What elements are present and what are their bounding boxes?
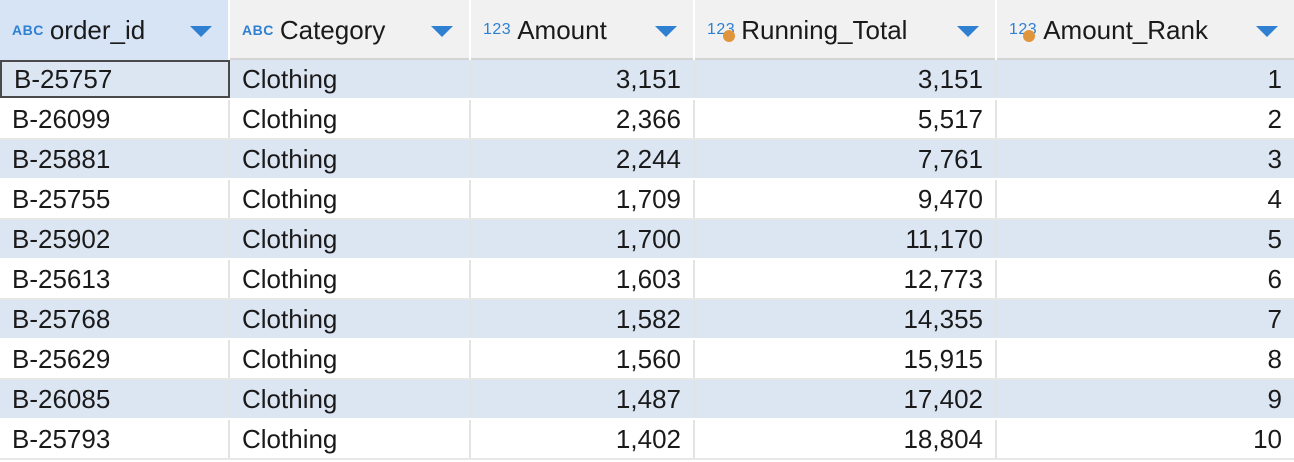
cell-category[interactable]: Clothing (230, 300, 471, 338)
cell-amount[interactable]: 1,700 (471, 220, 695, 258)
cell-running-total[interactable]: 11,170 (695, 220, 997, 258)
table-row[interactable]: B-25768 Clothing 1,582 14,355 7 (0, 300, 1294, 340)
cell-running-total[interactable]: 12,773 (695, 260, 997, 298)
cell-amount[interactable]: 1,603 (471, 260, 695, 298)
column-header-label: Amount_Rank (1043, 14, 1208, 45)
cell-amount[interactable]: 2,366 (471, 100, 695, 138)
sort-dropdown-icon[interactable] (655, 26, 677, 37)
cell-order-id[interactable]: B-25613 (0, 260, 230, 298)
cell-amount-rank[interactable]: 5 (997, 220, 1294, 258)
cell-category[interactable]: Clothing (230, 100, 471, 138)
cell-amount-rank[interactable]: 8 (997, 340, 1294, 378)
cell-running-total[interactable]: 17,402 (695, 380, 997, 418)
cell-running-total[interactable]: 15,915 (695, 340, 997, 378)
column-header-category[interactable]: ABC Category (230, 0, 471, 60)
sort-dropdown-icon[interactable] (431, 26, 453, 37)
cell-amount-rank[interactable]: 9 (997, 380, 1294, 418)
cell-amount-rank[interactable]: 6 (997, 260, 1294, 298)
result-grid: ABC order_id ABC Category 123 Amount 123… (0, 0, 1294, 462)
table-row[interactable]: B-25757 Clothing 3,151 3,151 1 (0, 60, 1294, 100)
cell-category[interactable]: Clothing (230, 420, 471, 458)
cell-category[interactable]: Clothing (230, 60, 471, 98)
cell-running-total[interactable]: 18,804 (695, 420, 997, 458)
cell-amount-rank[interactable]: 10 (997, 420, 1294, 458)
column-header-order-id[interactable]: ABC order_id (0, 0, 230, 60)
cell-amount-rank[interactable]: 4 (997, 180, 1294, 218)
table-row[interactable]: B-25629 Clothing 1,560 15,915 8 (0, 340, 1294, 380)
sort-dropdown-icon[interactable] (1256, 26, 1278, 37)
column-header-running-total[interactable]: 123 Running_Total (695, 0, 997, 60)
calculated-number-type-icon: 123 (707, 21, 735, 42)
text-type-icon: ABC (242, 22, 274, 38)
cell-amount-rank[interactable]: 7 (997, 300, 1294, 338)
column-header-label: Running_Total (741, 14, 908, 45)
calculated-number-type-icon: 123 (1009, 21, 1037, 42)
cell-amount[interactable]: 2,244 (471, 140, 695, 178)
cell-amount-rank[interactable]: 1 (997, 60, 1294, 98)
cell-order-id[interactable]: B-25768 (0, 300, 230, 338)
cell-running-total[interactable]: 5,517 (695, 100, 997, 138)
cell-amount[interactable]: 3,151 (471, 60, 695, 98)
column-header-amount[interactable]: 123 Amount (471, 0, 695, 60)
number-type-icon: 123 (483, 21, 512, 38)
column-header-label: Category (279, 14, 386, 45)
cell-amount-rank[interactable]: 2 (997, 100, 1294, 138)
calculated-column-dot-icon (723, 30, 735, 42)
cell-order-id[interactable]: B-25755 (0, 180, 230, 218)
cell-order-id[interactable]: B-25793 (0, 420, 230, 458)
grid-header: ABC order_id ABC Category 123 Amount 123… (0, 0, 1294, 60)
cell-category[interactable]: Clothing (230, 340, 471, 378)
cell-amount[interactable]: 1,709 (471, 180, 695, 218)
cell-category[interactable]: Clothing (230, 180, 471, 218)
sort-dropdown-icon[interactable] (957, 26, 979, 37)
cell-amount[interactable]: 1,402 (471, 420, 695, 458)
sort-dropdown-icon[interactable] (190, 26, 212, 37)
cell-category[interactable]: Clothing (230, 380, 471, 418)
table-row[interactable]: B-25881 Clothing 2,244 7,761 3 (0, 140, 1294, 180)
cell-amount[interactable]: 1,582 (471, 300, 695, 338)
table-row[interactable]: B-26099 Clothing 2,366 5,517 2 (0, 100, 1294, 140)
cell-category[interactable]: Clothing (230, 220, 471, 258)
column-header-label: order_id (49, 14, 146, 45)
cell-order-id[interactable]: B-25902 (0, 220, 230, 258)
cell-order-id[interactable]: B-26099 (0, 100, 230, 138)
cell-order-id[interactable]: B-25629 (0, 340, 230, 378)
table-row[interactable]: B-25793 Clothing 1,402 18,804 10 (0, 420, 1294, 460)
table-row[interactable]: B-26085 Clothing 1,487 17,402 9 (0, 380, 1294, 420)
table-row[interactable]: B-25902 Clothing 1,700 11,170 5 (0, 220, 1294, 260)
column-header-label: Amount (517, 14, 607, 45)
text-type-icon: ABC (12, 22, 44, 38)
cell-order-id[interactable]: B-25757 (0, 60, 230, 98)
cell-running-total[interactable]: 3,151 (695, 60, 997, 98)
table-row[interactable]: B-25755 Clothing 1,709 9,470 4 (0, 180, 1294, 220)
cell-order-id[interactable]: B-26085 (0, 380, 230, 418)
table-row[interactable]: B-25613 Clothing 1,603 12,773 6 (0, 260, 1294, 300)
cell-running-total[interactable]: 7,761 (695, 140, 997, 178)
cell-amount-rank[interactable]: 3 (997, 140, 1294, 178)
cell-category[interactable]: Clothing (230, 260, 471, 298)
cell-running-total[interactable]: 9,470 (695, 180, 997, 218)
cell-order-id[interactable]: B-25881 (0, 140, 230, 178)
cell-running-total[interactable]: 14,355 (695, 300, 997, 338)
cell-category[interactable]: Clothing (230, 140, 471, 178)
cell-amount[interactable]: 1,560 (471, 340, 695, 378)
calculated-column-dot-icon (1023, 30, 1035, 42)
cell-amount[interactable]: 1,487 (471, 380, 695, 418)
column-header-amount-rank[interactable]: 123 Amount_Rank (997, 0, 1294, 60)
